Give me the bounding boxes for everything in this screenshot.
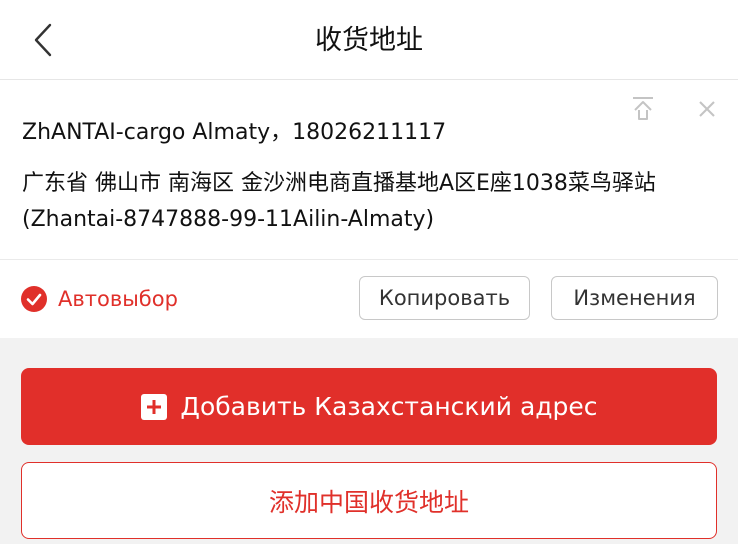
divider [0,259,738,260]
address-text: 广东省 佛山市 南海区 金沙洲电商直播基地A区E座1038菜鸟驿站(Zhanta… [22,171,656,232]
auto-select-label: Автовыбор [58,287,178,311]
add-kazakhstan-address-button[interactable]: Добавить Казахстанский адрес [21,368,717,445]
top-bar: 收货地址 [0,0,738,80]
add-kazakhstan-address-label: Добавить Казахстанский адрес [180,392,598,421]
close-icon[interactable] [694,96,720,122]
plus-square-icon [141,393,168,420]
contact-name-phone: ZhANTAI-cargo Almaty，18026211117 [22,120,447,145]
edit-button[interactable]: Изменения [551,276,718,320]
address-card: ZhANTAI-cargo Almaty，18026211117 广东省 佛山市… [0,80,738,338]
page-title: 收货地址 [315,25,423,56]
auto-select-option[interactable]: Автовыбор [20,285,178,313]
add-china-address-label: 添加中国收货地址 [268,487,469,517]
add-china-address-button[interactable]: 添加中国收货地址 [21,462,717,539]
copy-button[interactable]: Копировать [359,276,530,320]
checkmark-circle-icon [21,286,47,312]
pin-to-top-icon[interactable] [628,94,658,124]
